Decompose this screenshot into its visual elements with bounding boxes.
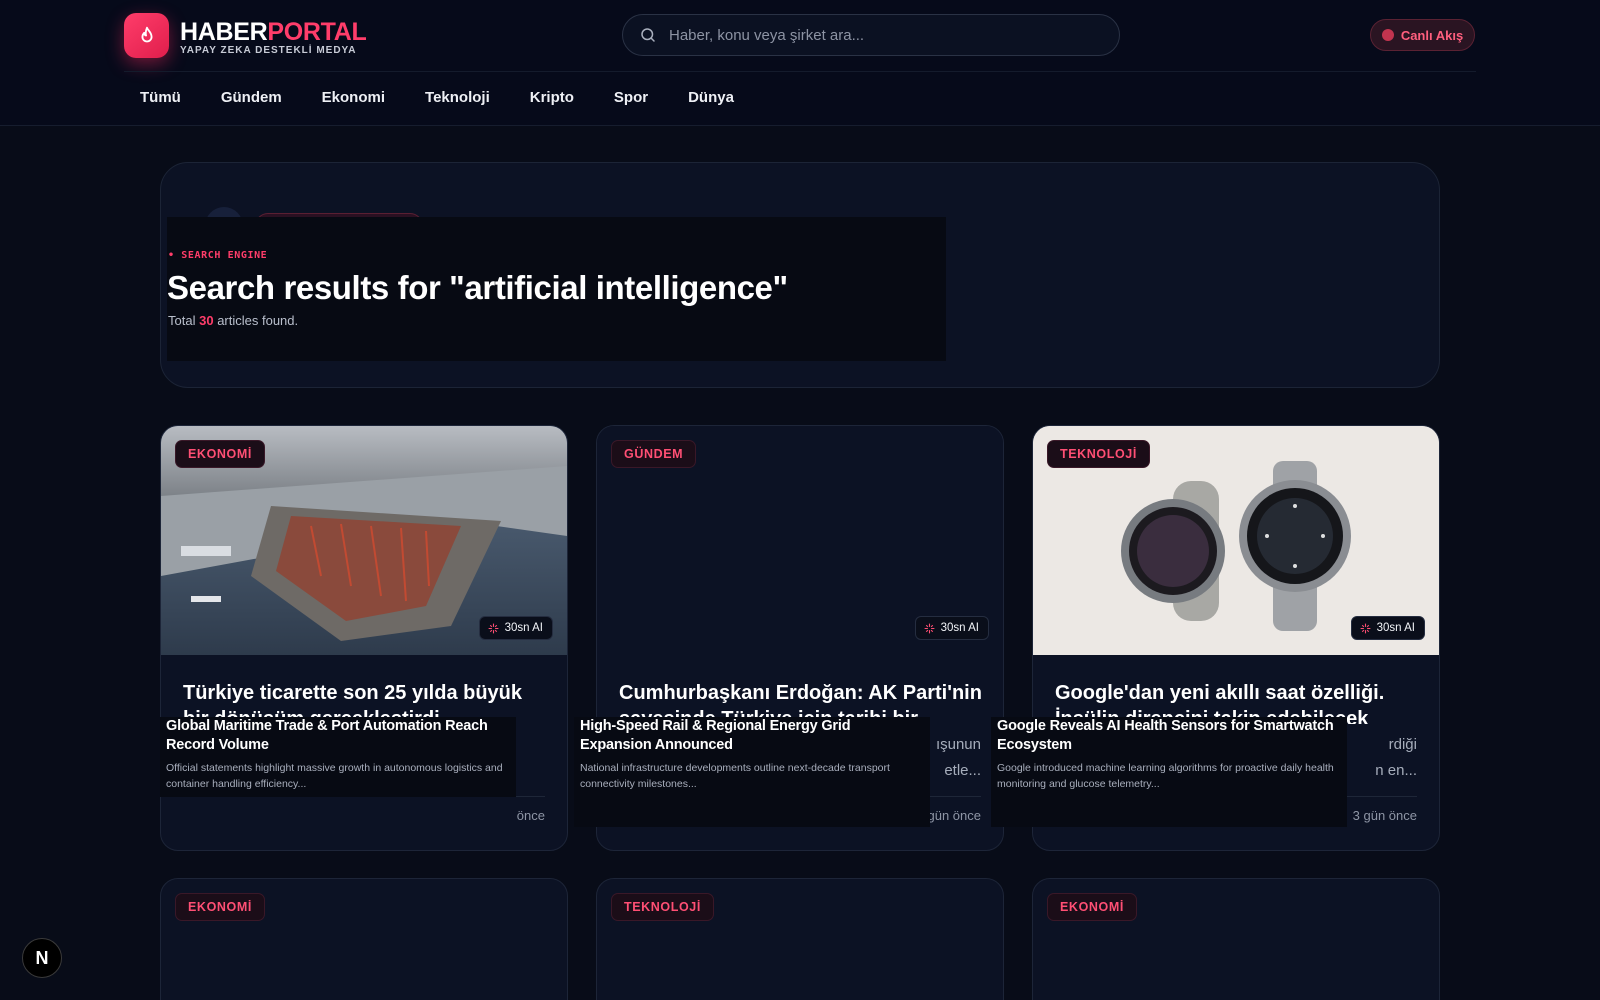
sparkle-icon bbox=[924, 623, 934, 633]
article-time: önce bbox=[516, 808, 545, 823]
results-count-number: 30 bbox=[199, 313, 214, 328]
nav-item-agenda[interactable]: Gündem bbox=[221, 86, 282, 110]
article-time: gün önce bbox=[927, 808, 982, 823]
article-card[interactable]: EKONOMİ bbox=[160, 878, 568, 1000]
category-nav: Tümü Gündem Ekonomi Teknoloji Kripto Spo… bbox=[140, 86, 774, 110]
header-divider bbox=[124, 71, 1476, 72]
site-header: HABERPORTAL YAPAY ZEKA DESTEKLİ MEDYA Ca… bbox=[0, 0, 1600, 126]
overlay-title: High-Speed Rail & Regional Energy Grid E… bbox=[580, 718, 851, 753]
ai-summary-overlay[interactable]: Google Reveals AI Health Sensors for Sma… bbox=[991, 717, 1347, 827]
brand-tagline: YAPAY ZEKA DESTEKLİ MEDYA bbox=[180, 45, 357, 56]
overlay-description: Official statements highlight massive gr… bbox=[166, 762, 503, 790]
search-bar[interactable] bbox=[622, 14, 1120, 56]
page-title: Search results for "artificial intellige… bbox=[167, 269, 788, 306]
overlay-description: National infrastructure developments out… bbox=[580, 762, 890, 790]
results-count-suffix: articles found. bbox=[217, 313, 299, 328]
nav-item-world[interactable]: Dünya bbox=[688, 86, 734, 110]
category-tag[interactable]: TEKNOLOJİ bbox=[1047, 440, 1150, 468]
ai-summary-overlay[interactable]: High-Speed Rail & Regional Energy Grid E… bbox=[574, 717, 930, 827]
brand-name-part-2: PORTAL bbox=[267, 18, 367, 46]
ai-read-label: 30sn AI bbox=[504, 622, 543, 634]
search-results-header: • SEARCH ENGINE Search results for "arti… bbox=[167, 217, 946, 361]
logo-flame-icon[interactable] bbox=[124, 13, 169, 58]
ai-summary-overlay[interactable]: Global Maritime Trade & Port Automation … bbox=[160, 717, 516, 797]
category-tag[interactable]: EKONOMİ bbox=[175, 440, 265, 468]
search-input[interactable] bbox=[669, 26, 1089, 44]
dev-tools-button[interactable]: N bbox=[22, 938, 62, 978]
search-icon bbox=[641, 28, 655, 42]
category-tag[interactable]: EKONOMİ bbox=[1047, 893, 1137, 921]
results-count-prefix: Total bbox=[168, 313, 196, 328]
brand-name[interactable]: HABERPORTAL bbox=[180, 17, 367, 47]
nav-item-technology[interactable]: Teknoloji bbox=[425, 86, 490, 110]
article-card[interactable]: EKONOMİ bbox=[1032, 878, 1440, 1000]
sparkle-icon bbox=[1360, 623, 1370, 633]
search-hero: • SEARCH ENGINE Search results for "arti… bbox=[160, 162, 1440, 388]
nav-item-sports[interactable]: Spor bbox=[614, 86, 648, 110]
ai-read-badge: 30sn AI bbox=[478, 616, 553, 640]
live-feed-button[interactable]: Canlı Akış bbox=[1370, 19, 1475, 51]
nav-item-all[interactable]: Tümü bbox=[140, 86, 181, 110]
category-tag[interactable]: EKONOMİ bbox=[175, 893, 265, 921]
nav-item-crypto[interactable]: Kripto bbox=[530, 86, 574, 110]
article-summary: ışunun etle... bbox=[935, 736, 981, 779]
ai-read-label: 30sn AI bbox=[940, 622, 979, 634]
ai-read-label: 30sn AI bbox=[1376, 622, 1415, 634]
overlay-title: Google Reveals AI Health Sensors for Sma… bbox=[997, 718, 1334, 753]
brand-name-part-1: HABER bbox=[180, 18, 268, 46]
ai-read-badge: 30sn AI bbox=[914, 616, 989, 640]
results-count: Total 30 articles found. bbox=[168, 313, 298, 328]
article-summary: rdiği n en... bbox=[1375, 736, 1417, 779]
article-card[interactable]: TEKNOLOJİ bbox=[596, 878, 1004, 1000]
live-dot-icon bbox=[1381, 29, 1394, 41]
category-tag[interactable]: TEKNOLOJİ bbox=[611, 893, 714, 921]
search-eyebrow: • SEARCH ENGINE bbox=[168, 250, 268, 261]
overlay-description: Google introduced machine learning algor… bbox=[997, 762, 1334, 790]
ai-read-badge: 30sn AI bbox=[1350, 616, 1425, 640]
sparkle-icon bbox=[488, 623, 498, 633]
article-time: 3 gün önce bbox=[1352, 808, 1417, 823]
nav-item-economy[interactable]: Ekonomi bbox=[322, 86, 385, 110]
overlay-title: Global Maritime Trade & Port Automation … bbox=[166, 718, 488, 753]
category-tag[interactable]: GÜNDEM bbox=[611, 440, 697, 468]
live-feed-label: Canlı Akış bbox=[1400, 27, 1464, 43]
